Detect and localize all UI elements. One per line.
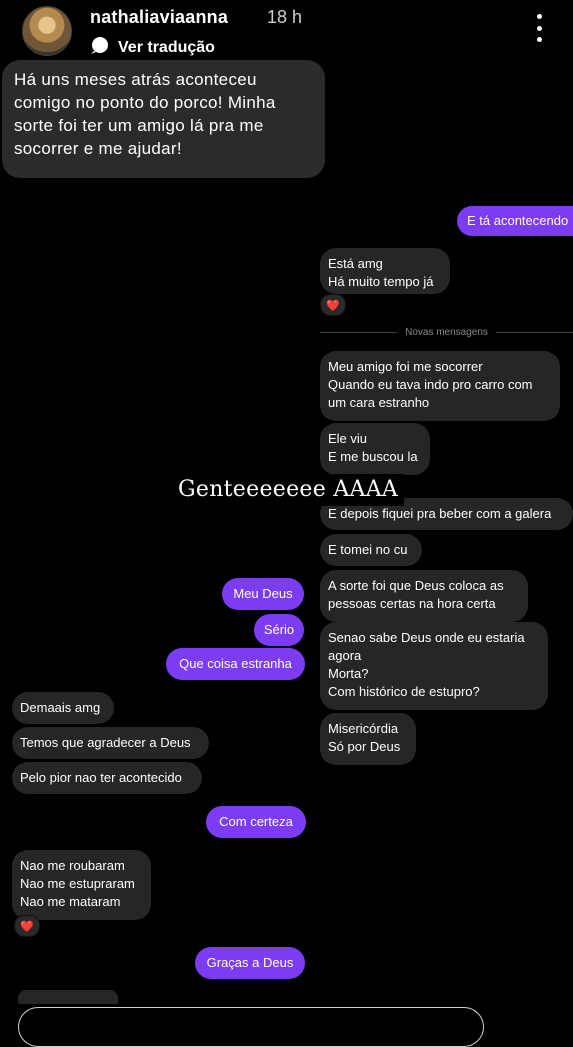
chat-bubble-outgoing: Graças a Deus xyxy=(195,947,305,979)
chat-bubble-incoming: E tomei no cu xyxy=(320,534,422,566)
chat-bubble-incoming: Temos que agradecer a Deus xyxy=(12,727,209,759)
heart-reaction-icon: ❤️ xyxy=(14,915,40,937)
username[interactable]: nathaliaviaanna xyxy=(90,7,228,28)
avatar[interactable] xyxy=(22,6,72,56)
translate-button[interactable]: Ver tradução xyxy=(90,35,215,60)
reply-input[interactable] xyxy=(18,1007,484,1047)
new-messages-divider: Novas mensagens xyxy=(320,324,573,340)
more-vertical-icon[interactable] xyxy=(530,14,548,42)
chat-bubble-outgoing: Com certeza xyxy=(206,806,306,838)
chat-bubble-incoming: Misericórdia Só por Deus xyxy=(320,713,416,765)
chat-bubble-incoming: Está amg Há muito tempo já xyxy=(320,248,450,294)
chat-bubble-incoming: Meu amigo foi me socorrer Quando eu tava… xyxy=(320,351,560,421)
divider-label: Novas mensagens xyxy=(405,326,488,338)
chat-bubble-outgoing: Sério xyxy=(254,614,304,646)
chat-bubble-incoming: Demaais amg xyxy=(12,692,114,724)
heart-reaction-icon: ❤️ xyxy=(320,294,346,316)
chat-bubble-incoming: Senao sabe Deus onde eu estaria agora Mo… xyxy=(320,622,548,710)
story-text-overlay: Genteeeeeee AAAA xyxy=(172,474,405,506)
chat-bubble-outgoing: E tá acontecendo xyxy=(457,206,573,236)
chat-bubble-partial xyxy=(18,990,118,1004)
chat-bubble-incoming: Nao me roubaram Nao me estupraram Nao me… xyxy=(12,850,151,920)
chat-bubble-outgoing: Meu Deus xyxy=(222,578,304,610)
translate-icon xyxy=(90,35,110,60)
chat-bubble-incoming: Ele viu E me buscou la xyxy=(320,423,430,475)
chat-bubble-incoming: Pelo pior nao ter acontecido xyxy=(12,762,202,794)
chat-bubble-outgoing: Que coisa estranha xyxy=(166,648,305,680)
story-caption: Há uns meses atrás aconteceu comigo no p… xyxy=(2,60,325,178)
translate-label: Ver tradução xyxy=(118,38,215,56)
post-time: 18 h xyxy=(267,7,303,27)
chat-bubble-incoming: A sorte foi que Deus coloca as pessoas c… xyxy=(320,570,528,622)
